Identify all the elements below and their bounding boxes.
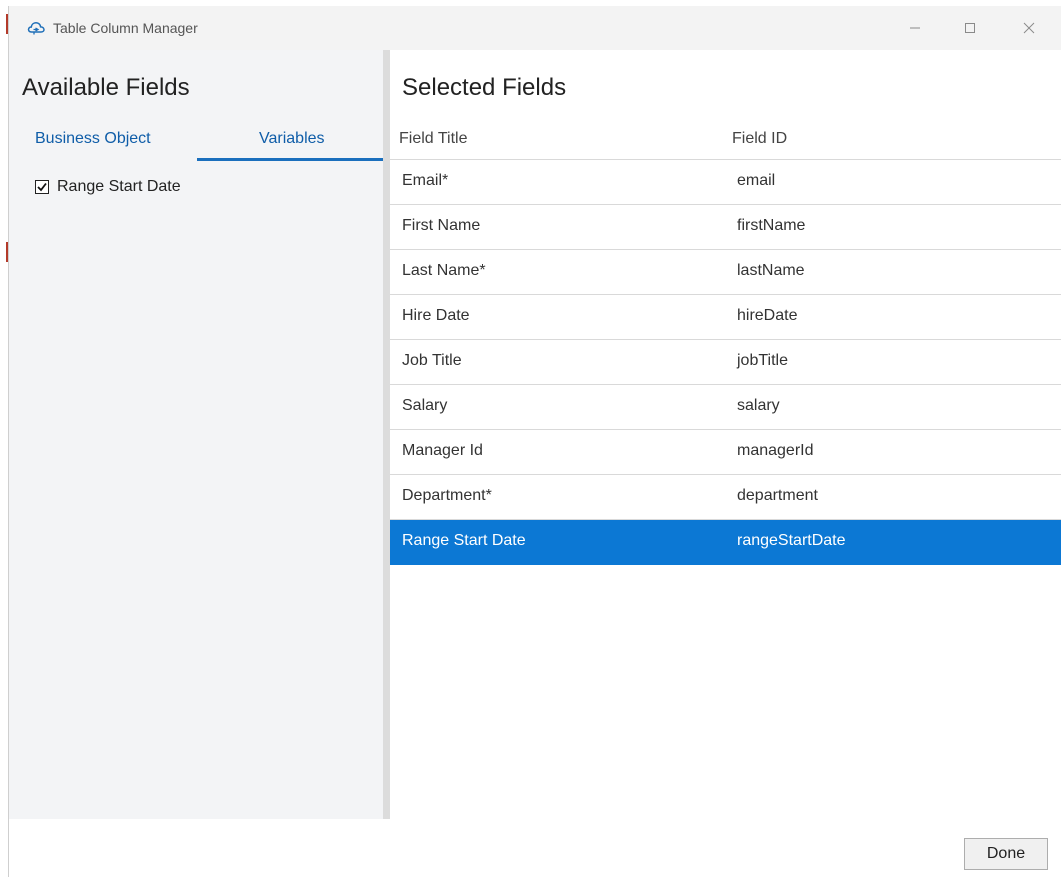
field-id-cell: email [737, 172, 776, 189]
field-title-cell: Last Name* [402, 262, 486, 279]
table-column-manager-window: Table Column Manager Available Fields Bu… [8, 6, 1061, 877]
field-title-cell: Manager Id [402, 442, 483, 459]
table-row[interactable]: Salary salary [390, 385, 1061, 430]
available-fields-panel: Available Fields Business Object Variabl… [9, 50, 384, 819]
table-row[interactable]: Department* department [390, 475, 1061, 520]
field-id-cell: lastName [737, 262, 805, 279]
selected-fields-heading: Selected Fields [402, 74, 567, 101]
background-edge [0, 0, 8, 877]
field-id-cell: hireDate [737, 307, 798, 324]
table-row[interactable]: Email* email [390, 160, 1061, 205]
field-title-cell: Hire Date [402, 307, 470, 324]
dialog-footer: Done [9, 819, 1061, 877]
table-row[interactable]: Hire Date hireDate [390, 295, 1061, 340]
available-fields-heading: Available Fields [22, 74, 190, 101]
field-id-cell: jobTitle [737, 352, 788, 369]
field-title-cell: First Name [402, 217, 481, 234]
column-header-field-title[interactable]: Field Title [399, 130, 467, 148]
title-bar[interactable]: Table Column Manager [9, 6, 1061, 50]
done-button[interactable]: Done [964, 838, 1048, 870]
close-icon [1023, 22, 1035, 34]
column-header-field-id[interactable]: Field ID [732, 130, 787, 148]
field-title-cell: Range Start Date [402, 532, 526, 549]
window-title: Table Column Manager [53, 20, 198, 36]
selected-fields-list: Email* email First Name firstName Last N… [390, 160, 1061, 565]
cloud-logo-icon [27, 22, 45, 35]
field-title-cell: Email* [402, 172, 449, 189]
table-row[interactable]: Job Title jobTitle [390, 340, 1061, 385]
field-id-cell: department [737, 487, 818, 504]
active-tab-indicator [197, 158, 384, 161]
table-header: Field Title Field ID [390, 124, 1061, 160]
field-id-cell: managerId [737, 442, 814, 459]
field-id-cell: firstName [737, 217, 806, 234]
table-row-selected[interactable]: Range Start Date rangeStartDate [390, 520, 1061, 565]
field-title-cell: Salary [402, 397, 448, 414]
field-id-cell: rangeStartDate [737, 532, 846, 549]
tab-variables[interactable]: Variables [259, 130, 325, 148]
selected-fields-panel: Selected Fields Field Title Field ID Ema… [390, 50, 1061, 819]
field-title-cell: Job Title [402, 352, 462, 369]
table-row[interactable]: Manager Id managerId [390, 430, 1061, 475]
variable-item-label: Range Start Date [57, 178, 181, 195]
table-row[interactable]: First Name firstName [390, 205, 1061, 250]
maximize-icon [965, 23, 975, 33]
minimize-button[interactable] [895, 14, 935, 42]
table-row[interactable]: Last Name* lastName [390, 250, 1061, 295]
field-id-cell: salary [737, 397, 780, 414]
maximize-button[interactable] [950, 14, 990, 42]
range-start-date-checkbox[interactable] [35, 180, 49, 194]
variable-item-range-start-date[interactable]: Range Start Date [35, 178, 181, 196]
tab-business-object[interactable]: Business Object [35, 130, 151, 148]
checkmark-icon [37, 182, 47, 192]
minimize-icon [910, 27, 920, 29]
field-title-cell: Department* [402, 487, 492, 504]
close-button[interactable] [1009, 14, 1049, 42]
panel-splitter[interactable] [383, 50, 390, 819]
